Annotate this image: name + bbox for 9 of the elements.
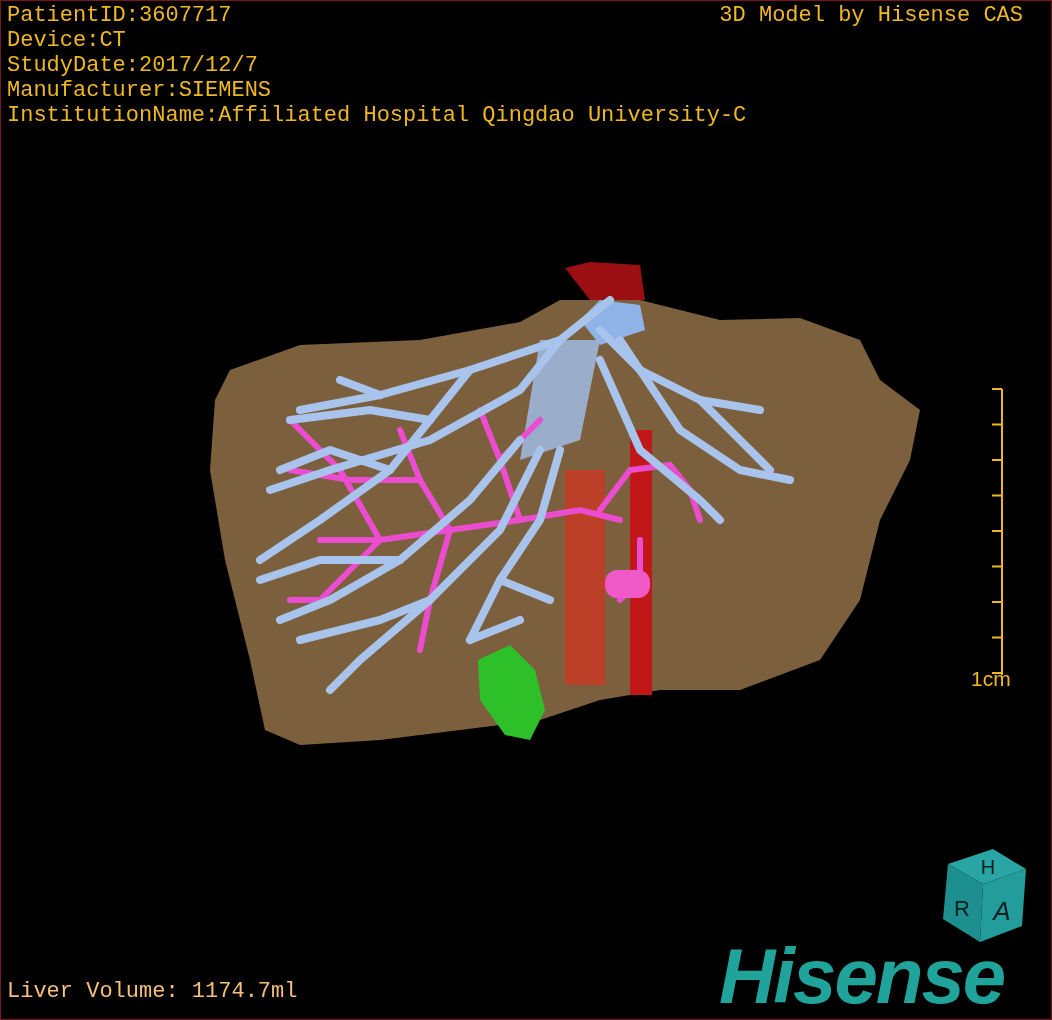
info-text: Manufacturer:SIEMENS: [7, 78, 272, 103]
info-text: StudyDate:2017/12/7: [7, 53, 258, 78]
info-text: PatientID:3607717: [7, 3, 232, 28]
liver-volume-text: Liver Volume: 1174.7ml: [7, 979, 298, 1005]
brand-logo: Hisense: [719, 936, 1005, 1016]
info-text: InstitutionName:Affiliated Hospital Qingdao University-C: [7, 103, 747, 128]
info-text: Device:CT: [7, 28, 126, 53]
scale-label: 1cm: [971, 667, 1011, 691]
viewer-title: 3D Model by Hisense CAS: [719, 3, 1023, 28]
